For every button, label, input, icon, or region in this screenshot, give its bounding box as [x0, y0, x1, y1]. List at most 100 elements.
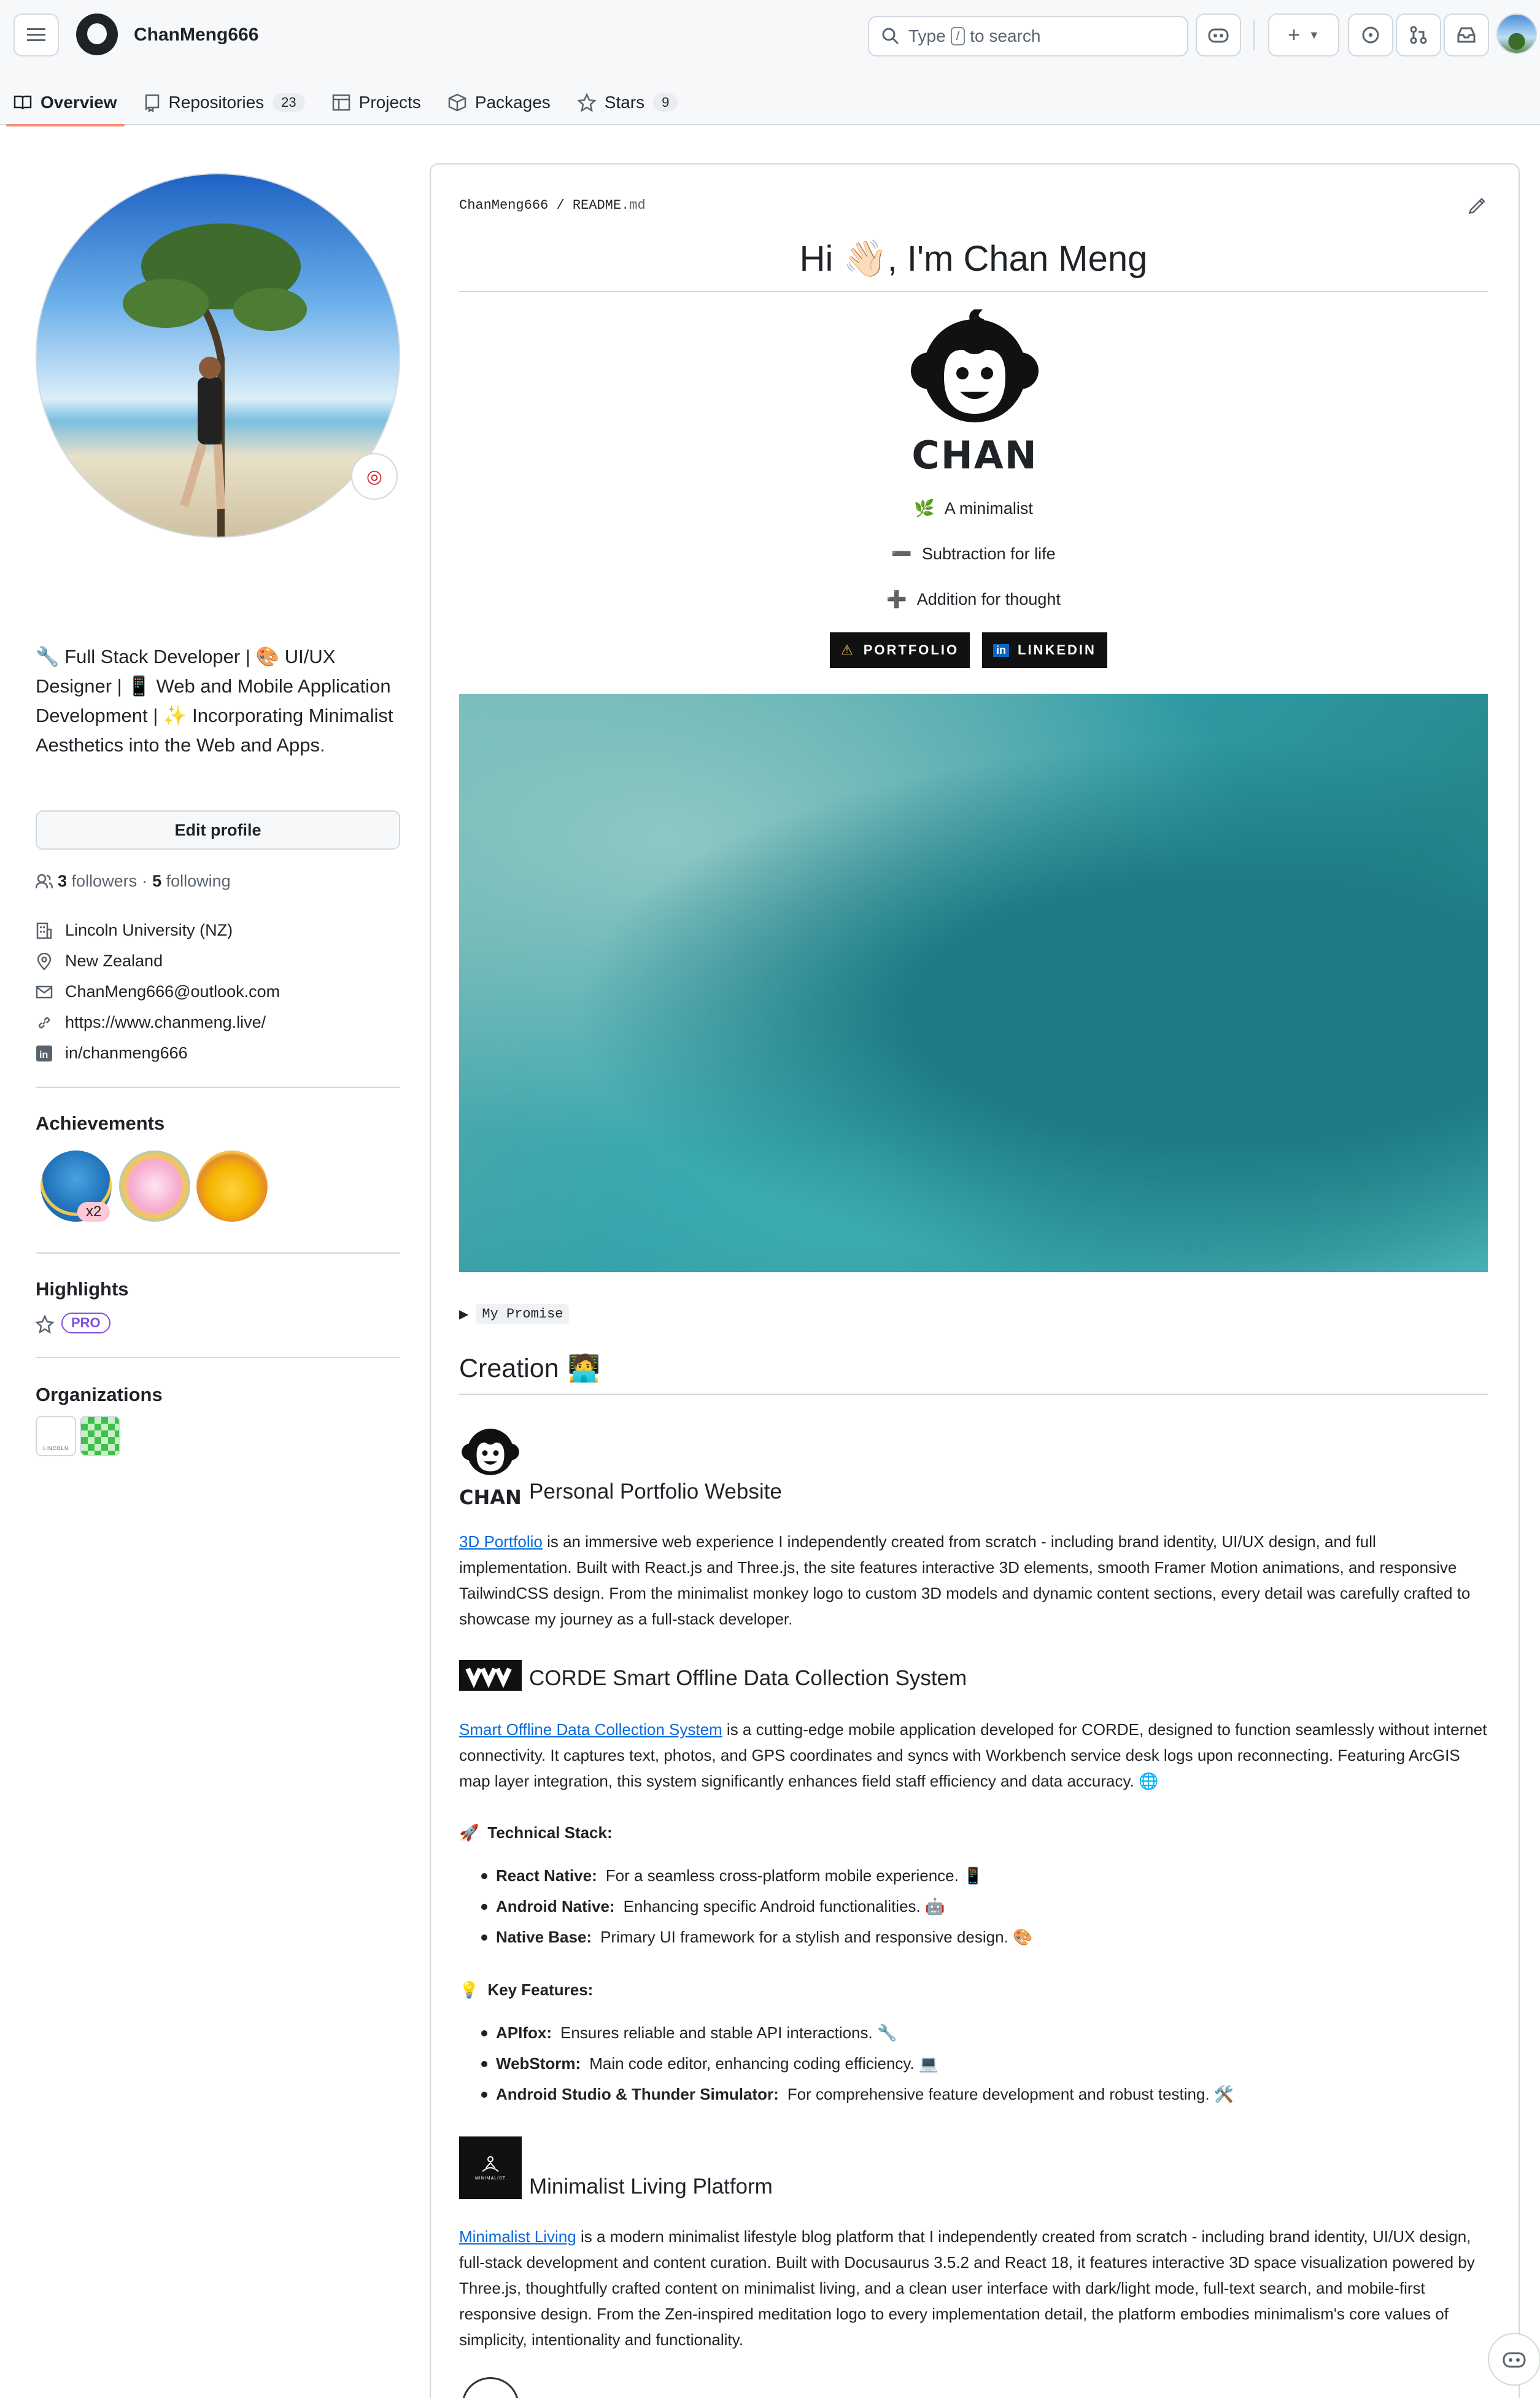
issues-button[interactable] [1348, 14, 1393, 56]
list-item: Android Studio & Thunder Simulator: For c… [481, 2085, 1234, 2104]
achievement-tier-badge: x2 [77, 1202, 110, 1222]
vcard-text: https://www.chanmeng.live/ [65, 1013, 266, 1031]
achievement-yolo-badge[interactable] [119, 1150, 190, 1222]
vcard-email[interactable]: ChanMeng666@outlook.com [36, 982, 280, 1001]
tab-counter: 9 [653, 93, 678, 112]
readme-path-file: README [572, 198, 622, 213]
following-link[interactable]: 5 following [152, 872, 231, 891]
logo-wordmark: MINIMALIST [474, 2176, 506, 2181]
project-body: is a modern minimalist lifestyle blog pl… [459, 2227, 1475, 2349]
project-heading-corde: CORDE Smart Offline Data Collection Syst… [459, 1660, 967, 1691]
profile-avatar[interactable] [36, 173, 400, 538]
location-icon [36, 952, 53, 970]
tab-projects[interactable]: Projects [319, 80, 435, 125]
star-icon [577, 93, 596, 112]
readme-path-user[interactable]: ChanMeng666 [459, 198, 548, 213]
linkedin-icon: in [36, 1045, 53, 1062]
inbox-button[interactable] [1444, 14, 1489, 56]
project-link[interactable]: Smart Offline Data Collection System [459, 1720, 722, 1739]
user-avatar-menu[interactable] [1496, 14, 1537, 54]
global-header: ChanMeng666 Type / to search + ▼ Overvie… [0, 0, 1540, 126]
underwater-fish-image [459, 694, 1488, 1272]
project-description: Minimalist Living is a modern minimalist… [459, 2224, 1488, 2353]
profile-tabs: Overview Repositories 23 Projects Packag… [0, 80, 692, 126]
heading-rule [459, 291, 1488, 292]
org-lincoln-university[interactable]: LINCOLN [36, 1416, 76, 1456]
search-input[interactable]: Type / to search [868, 16, 1188, 56]
stats-separator: · [142, 872, 148, 890]
tagline: ➕ Addition for thought [459, 589, 1488, 609]
package-icon [448, 93, 466, 112]
sidebar-divider [36, 1252, 400, 1254]
copilot-icon [1208, 28, 1229, 43]
inbox-icon [1457, 27, 1476, 43]
pro-badge: PRO [61, 1313, 110, 1333]
tab-label: Projects [358, 93, 421, 112]
mail-icon [36, 984, 53, 1001]
tab-repositories[interactable]: Repositories 23 [131, 80, 319, 125]
tech-stack-label: 🚀 Technical Stack: [459, 1823, 613, 1842]
following-count: 5 [152, 872, 162, 890]
sidebar-divider [36, 1087, 400, 1088]
achievements-heading[interactable]: Achievements [36, 1112, 164, 1135]
people-icon [36, 874, 53, 888]
label-text: Key Features: [487, 1981, 594, 1999]
my-promise-details[interactable]: ▶ My Promise [459, 1304, 570, 1324]
achievement-quickdraw-badge[interactable] [196, 1150, 268, 1222]
tab-label: Overview [41, 93, 117, 112]
svg-text:in: in [39, 1050, 48, 1060]
vcard-linkedin[interactable]: in in/chanmeng666 [36, 1044, 188, 1063]
edit-profile-button[interactable]: Edit profile [36, 810, 400, 850]
book-icon [14, 95, 32, 110]
copilot-button[interactable] [1196, 14, 1241, 56]
list-item: Android Native: Enhancing specific Androi… [481, 1897, 945, 1916]
copilot-icon [1503, 2352, 1526, 2368]
herb-icon: 🌿 [914, 499, 935, 518]
vcard-text: in/chanmeng666 [65, 1044, 188, 1062]
project-description: Smart Offline Data Collection System is … [459, 1717, 1488, 1794]
pull-requests-button[interactable] [1396, 14, 1441, 56]
portfolio-badge-link[interactable]: ⚠ PORTFOLIO [830, 632, 970, 668]
item-desc: Ensures reliable and stable API interact… [560, 2024, 897, 2042]
item-desc: For comprehensive feature development an… [787, 2085, 1234, 2103]
minimalist-logo: MINIMALIST [459, 2136, 522, 2199]
create-new-button[interactable]: + ▼ [1268, 14, 1339, 56]
project-link[interactable]: 3D Portfolio [459, 1532, 543, 1551]
set-status-button[interactable]: ◎ [351, 453, 398, 500]
issue-icon [1362, 26, 1379, 44]
project-heading-portfolio: CHAN Personal Portfolio Website [459, 1424, 782, 1509]
badge-label: PORTFOLIO [863, 642, 959, 658]
table-icon [332, 94, 350, 111]
vcard-text: ChanMeng666@outlook.com [65, 982, 281, 1001]
heading-rule [459, 1394, 1488, 1395]
tab-packages[interactable]: Packages [435, 80, 564, 125]
followers-link[interactable]: 3 followers [58, 872, 137, 891]
tab-stars[interactable]: Stars 9 [564, 80, 692, 125]
list-item: WebStorm: Main code editor, enhancing cod… [481, 2054, 938, 2073]
github-logo-icon[interactable] [76, 14, 118, 55]
triangle-right-icon: ▶ [459, 1308, 469, 1321]
copilot-chat-button[interactable] [1488, 2333, 1540, 2386]
technologist-icon: 🧑‍💻 [567, 1354, 601, 1383]
key-features-label: 💡 Key Features: [459, 1981, 593, 2000]
header-username[interactable]: ChanMeng666 [134, 25, 258, 45]
vcard-website[interactable]: https://www.chanmeng.live/ [36, 1013, 266, 1032]
item-name: Android Studio & Thunder Simulator: [496, 2085, 779, 2103]
readme-path-separator: / [556, 198, 565, 213]
org-pixel-org[interactable] [80, 1416, 120, 1456]
item-desc: Enhancing specific Android functionaliti… [623, 1897, 945, 1915]
followers-count: 3 [58, 872, 68, 890]
project-heading-minimalist: MINIMALIST Minimalist Living Platform [459, 2136, 773, 2199]
hamburger-menu-button[interactable] [14, 14, 59, 56]
tab-overview[interactable]: Overview [0, 80, 131, 126]
highlights-heading: Highlights [36, 1278, 129, 1300]
label-text: Technical Stack: [487, 1823, 613, 1842]
linkedin-badge-link[interactable]: in LINKEDIN [982, 632, 1107, 668]
readme-path: ChanMeng666 / README.md [459, 198, 646, 213]
edit-readme-pencil-icon[interactable] [1467, 195, 1488, 216]
rocket-icon: 🚀 [459, 1823, 479, 1842]
readme-path-ext: .md [621, 198, 646, 213]
repo-icon [145, 94, 159, 112]
follow-stats: 3 followers · 5 following [36, 872, 231, 891]
project-link[interactable]: Minimalist Living [459, 2227, 576, 2246]
